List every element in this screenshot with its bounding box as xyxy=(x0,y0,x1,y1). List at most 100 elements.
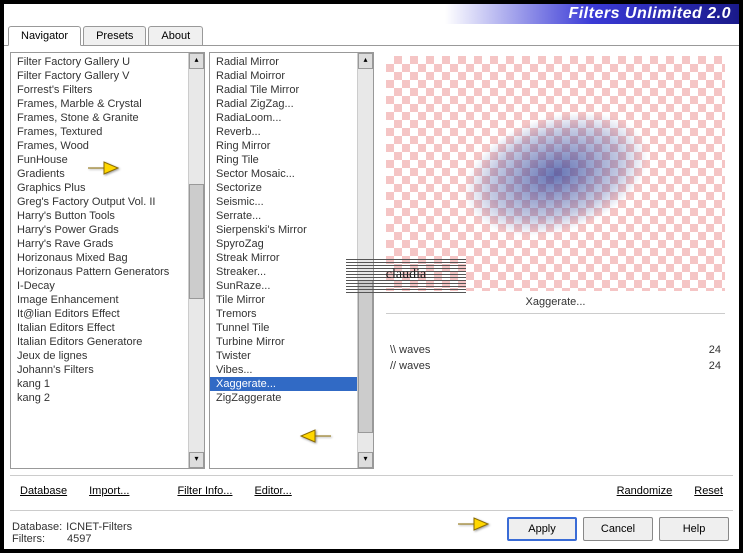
category-item[interactable]: Filter Factory Gallery U xyxy=(11,55,188,69)
category-item[interactable]: Forrest's Filters xyxy=(11,83,188,97)
category-item[interactable]: Harry's Power Grads xyxy=(11,223,188,237)
tab-bar: NavigatorPresetsAbout xyxy=(4,26,739,46)
category-item[interactable]: Harry's Button Tools xyxy=(11,209,188,223)
filter-item[interactable]: Seismic... xyxy=(210,195,357,209)
category-item[interactable]: Frames, Marble & Crystal xyxy=(11,97,188,111)
divider xyxy=(10,475,733,476)
category-item[interactable]: Jeux de lignes xyxy=(11,349,188,363)
filter-item[interactable]: Sierpenski's Mirror xyxy=(210,223,357,237)
param-row[interactable]: \\ waves 24 xyxy=(386,342,725,358)
category-item[interactable]: Harry's Rave Grads xyxy=(11,237,188,251)
filter-item[interactable]: Ring Mirror xyxy=(210,139,357,153)
category-item[interactable]: Frames, Textured xyxy=(11,125,188,139)
filter-item[interactable]: Radial Tile Mirror xyxy=(210,83,357,97)
filter-item[interactable]: Radial Mirror xyxy=(210,55,357,69)
window-title: Filters Unlimited 2.0 xyxy=(568,5,731,23)
category-item[interactable]: Gradients xyxy=(11,167,188,181)
watermark: claudia xyxy=(346,257,466,293)
scroll-down-icon[interactable]: ▾ xyxy=(358,452,373,468)
category-item[interactable]: It@lian Editors Effect xyxy=(11,307,188,321)
category-item[interactable]: Filter Factory Gallery V xyxy=(11,69,188,83)
filter-count: 4597 xyxy=(67,533,91,545)
current-filter-row: Xaggerate... xyxy=(386,293,725,311)
filter-item[interactable]: Vibes... xyxy=(210,363,357,377)
category-item[interactable]: Horizonaus Pattern Generators xyxy=(11,265,188,279)
category-item[interactable]: Image Enhancement xyxy=(11,293,188,307)
filter-item[interactable]: SpyroZag xyxy=(210,237,357,251)
param-name: // waves xyxy=(390,360,430,372)
category-item[interactable]: Greg's Factory Output Vol. II xyxy=(11,195,188,209)
preview-pane: claudia Xaggerate... \\ waves 24 // waves 2… xyxy=(378,52,733,469)
filter-item[interactable]: Tremors xyxy=(210,307,357,321)
filter-items[interactable]: Radial MirrorRadial MoirrorRadial Tile M… xyxy=(210,53,357,468)
title-bar: Filters Unlimited 2.0 xyxy=(4,4,739,24)
help-button[interactable]: Help xyxy=(659,517,729,541)
link-buttons: Database Import... Filter Info... Editor… xyxy=(4,482,739,504)
filter-item[interactable]: Tile Mirror xyxy=(210,293,357,307)
category-item[interactable]: Italian Editors Generatore xyxy=(11,335,188,349)
filter-item[interactable]: Twister xyxy=(210,349,357,363)
category-list: Filter Factory Gallery UFilter Factory G… xyxy=(10,52,205,469)
filter-item[interactable]: Streak Mirror xyxy=(210,251,357,265)
filter-item[interactable]: Reverb... xyxy=(210,125,357,139)
scroll-up-icon[interactable]: ▴ xyxy=(189,53,204,69)
scroll-thumb[interactable] xyxy=(358,280,373,433)
filters-label: Filters: xyxy=(12,533,45,545)
filter-item[interactable]: Turbine Mirror xyxy=(210,335,357,349)
filter-item[interactable]: RadiaLoom... xyxy=(210,111,357,125)
import-button[interactable]: Import... xyxy=(81,482,137,500)
cancel-button[interactable]: Cancel xyxy=(583,517,653,541)
randomize-button[interactable]: Randomize xyxy=(609,482,681,500)
apply-button[interactable]: Apply xyxy=(507,517,577,541)
parameters: \\ waves 24 // waves 24 xyxy=(386,342,725,374)
param-name: \\ waves xyxy=(390,344,430,356)
filter-item[interactable]: Sector Mosaic... xyxy=(210,167,357,181)
divider xyxy=(10,510,733,511)
filter-item[interactable]: Ring Tile xyxy=(210,153,357,167)
filter-item[interactable]: Tunnel Tile xyxy=(210,321,357,335)
tab-about[interactable]: About xyxy=(148,26,203,45)
status-bar: Database: ICNET-Filters Filters: 4597 xyxy=(4,519,140,549)
category-item[interactable]: FunHouse xyxy=(11,153,188,167)
category-item[interactable]: kang 2 xyxy=(11,391,188,405)
filters-window: Filters Unlimited 2.0 NavigatorPresetsAb… xyxy=(4,4,739,549)
filter-item[interactable]: Xaggerate... xyxy=(210,377,357,391)
category-scrollbar[interactable]: ▴ ▾ xyxy=(188,53,204,468)
category-item[interactable]: Italian Editors Effect xyxy=(11,321,188,335)
category-item[interactable]: Johann's Filters xyxy=(11,363,188,377)
param-value: 24 xyxy=(709,360,721,372)
category-item[interactable]: Graphics Plus xyxy=(11,181,188,195)
db-name: ICNET-Filters xyxy=(66,521,132,533)
filter-info-button[interactable]: Filter Info... xyxy=(169,482,240,500)
filter-item[interactable]: Serrate... xyxy=(210,209,357,223)
preview-effect xyxy=(439,97,672,251)
main-panel: Filter Factory Gallery UFilter Factory G… xyxy=(4,46,739,469)
category-item[interactable]: kang 1 xyxy=(11,377,188,391)
category-item[interactable]: I-Decay xyxy=(11,279,188,293)
scroll-up-icon[interactable]: ▴ xyxy=(358,53,373,69)
param-value: 24 xyxy=(709,344,721,356)
scroll-track[interactable] xyxy=(189,69,204,452)
scroll-down-icon[interactable]: ▾ xyxy=(189,452,204,468)
main-buttons: Apply Cancel Help xyxy=(507,517,739,549)
preview-image: claudia xyxy=(386,56,725,291)
filter-item[interactable]: Sectorize xyxy=(210,181,357,195)
category-item[interactable]: Frames, Stone & Granite xyxy=(11,111,188,125)
editor-button[interactable]: Editor... xyxy=(246,482,299,500)
current-filter-name: Xaggerate... xyxy=(386,293,725,311)
tab-presets[interactable]: Presets xyxy=(83,26,146,45)
category-items[interactable]: Filter Factory Gallery UFilter Factory G… xyxy=(11,53,188,468)
param-row[interactable]: // waves 24 xyxy=(386,358,725,374)
filter-item[interactable]: Radial Moirror xyxy=(210,69,357,83)
category-item[interactable]: Horizonaus Mixed Bag xyxy=(11,251,188,265)
database-button[interactable]: Database xyxy=(12,482,75,500)
filter-item[interactable]: Radial ZigZag... xyxy=(210,97,357,111)
tab-navigator[interactable]: Navigator xyxy=(8,26,81,46)
scroll-thumb[interactable] xyxy=(189,184,204,299)
db-label: Database: xyxy=(12,521,62,533)
reset-button[interactable]: Reset xyxy=(686,482,731,500)
filter-item[interactable]: ZigZaggerate xyxy=(210,391,357,405)
category-item[interactable]: Frames, Wood xyxy=(11,139,188,153)
filter-item[interactable]: Streaker... xyxy=(210,265,357,279)
filter-item[interactable]: SunRaze... xyxy=(210,279,357,293)
